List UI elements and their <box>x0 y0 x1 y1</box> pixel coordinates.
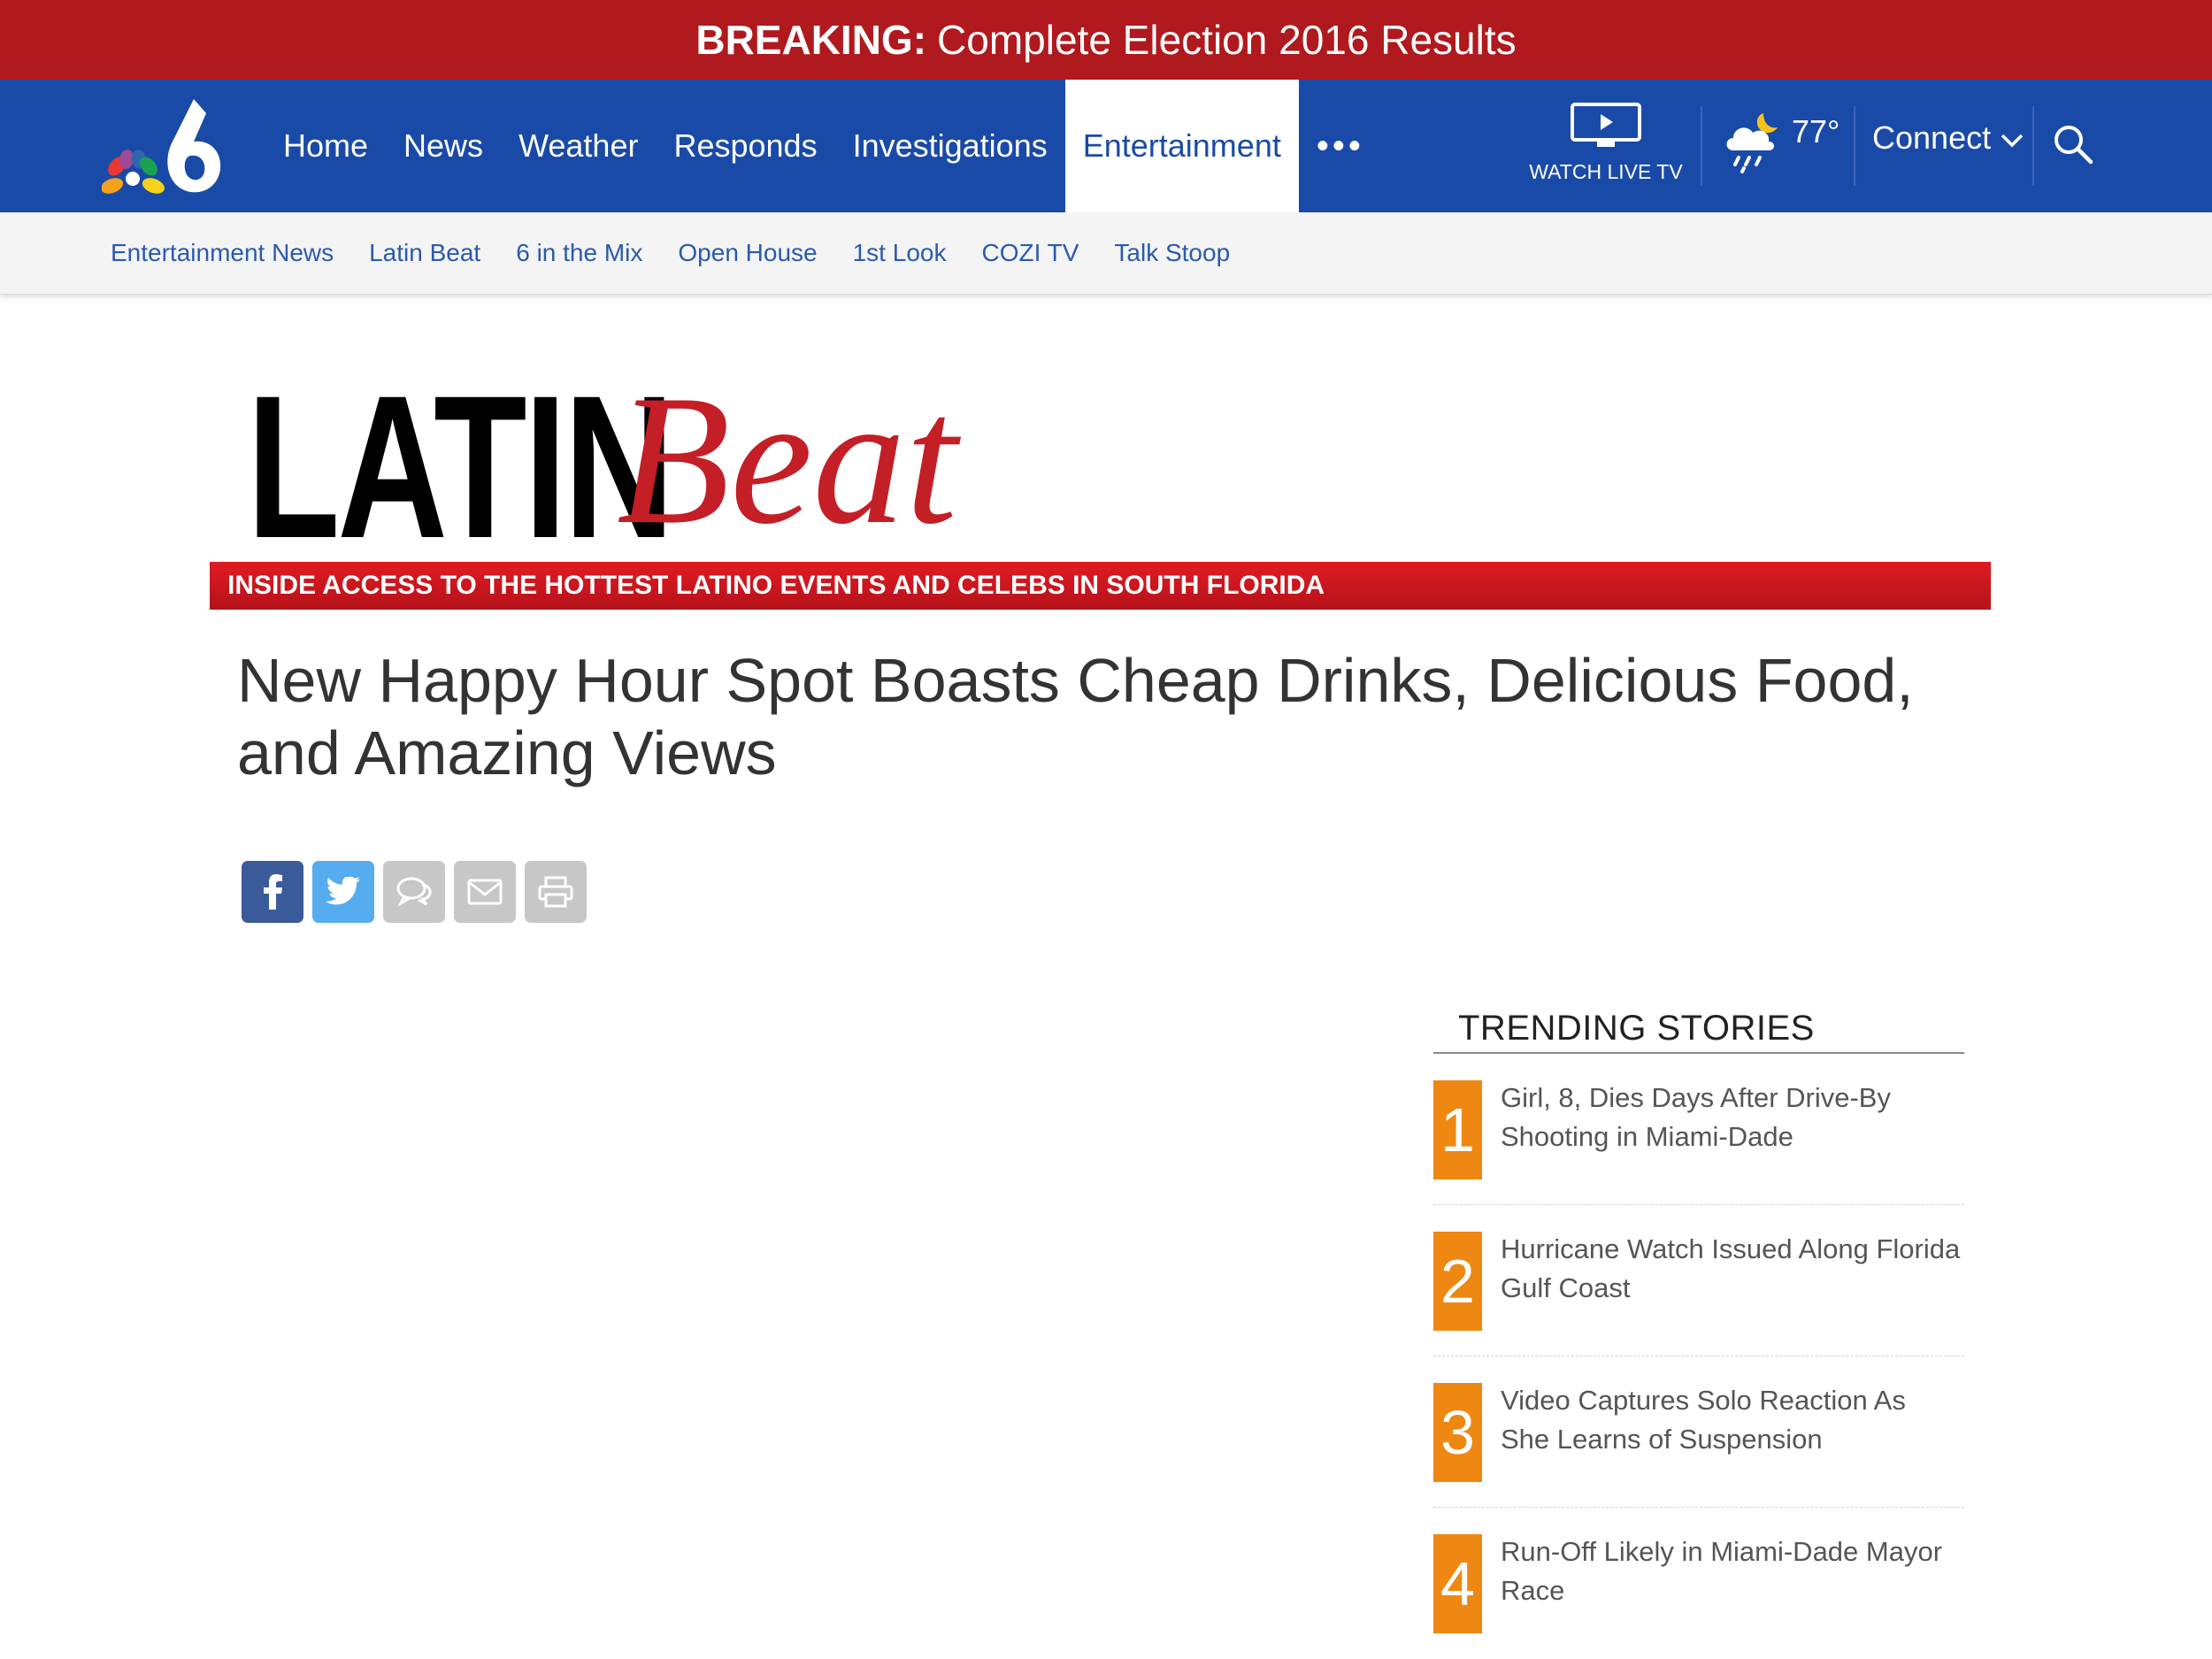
comment-icon <box>396 877 432 907</box>
nav-divider <box>2032 106 2034 186</box>
subnav-latin-beat[interactable]: Latin Beat <box>351 239 498 267</box>
temperature: 77° <box>1792 113 1840 150</box>
trending-title: TRENDING STORIES <box>1433 1009 1964 1054</box>
print-icon <box>538 876 573 908</box>
trending-stories: TRENDING STORIES 1 Girl, 8, Dies Days Af… <box>1433 1009 1964 1658</box>
email-icon <box>467 879 503 905</box>
watch-live-tv-button[interactable]: WATCH LIVE TV <box>1517 103 1694 191</box>
weather-widget[interactable]: 77° <box>1721 106 1854 186</box>
nav-investigations[interactable]: Investigations <box>835 80 1065 212</box>
latin-beat-tagline: INSIDE ACCESS TO THE HOTTEST LATINO EVEN… <box>210 562 1991 610</box>
subnav-6-in-the-mix[interactable]: 6 in the Mix <box>498 239 660 267</box>
connect-label: Connect <box>1872 119 1992 156</box>
share-toolbar <box>242 861 587 923</box>
nbc6-logo[interactable] <box>101 96 226 198</box>
print-button[interactable] <box>525 861 587 923</box>
trending-rank: 3 <box>1433 1383 1482 1482</box>
nav-entertainment[interactable]: Entertainment <box>1064 80 1299 212</box>
rain-cloud-moon-icon <box>1726 113 1778 173</box>
chevron-down-icon <box>2001 134 2024 148</box>
trending-rank: 2 <box>1433 1232 1482 1331</box>
subnav-1st-look[interactable]: 1st Look <box>835 239 964 267</box>
nav-divider <box>1701 106 1702 186</box>
article-headline: New Happy Hour Spot Boasts Cheap Drinks,… <box>237 646 1914 787</box>
latin-beat-banner: LATIN Beat INSIDE ACCESS TO THE HOTTEST … <box>210 353 1991 611</box>
trending-item-title[interactable]: Hurricane Watch Issued Along Florida Gul… <box>1501 1230 1961 1308</box>
nav-home[interactable]: Home <box>265 80 386 212</box>
main-navigation: Home News Weather Responds Investigation… <box>0 80 2212 212</box>
trending-rank: 1 <box>1433 1080 1482 1179</box>
search-icon <box>2055 126 2093 165</box>
watch-live-label: WATCH LIVE TV <box>1529 160 1683 183</box>
trending-rank: 4 <box>1433 1534 1482 1633</box>
nbc-peacock-icon <box>101 99 221 194</box>
latin-beat-logo-latin: LATIN <box>247 353 674 580</box>
nav-divider <box>1854 106 1855 186</box>
nav-responds[interactable]: Responds <box>656 80 834 212</box>
twitter-share-button[interactable] <box>312 861 374 923</box>
breaking-news-banner[interactable]: BREAKING: Complete Election 2016 Results <box>0 0 2212 80</box>
subnav-talk-stoop[interactable]: Talk Stoop <box>1096 239 1248 267</box>
subnav-open-house[interactable]: Open House <box>660 239 834 267</box>
trending-item-title[interactable]: Run-Off Likely in Miami-Dade Mayor Race <box>1501 1532 1961 1610</box>
trending-item[interactable]: 1 Girl, 8, Dies Days After Drive-By Shoo… <box>1433 1054 1964 1205</box>
latin-beat-logo-beat: Beat <box>617 357 957 563</box>
facebook-share-button[interactable] <box>242 861 303 923</box>
trending-item[interactable]: 4 Run-Off Likely in Miami-Dade Mayor Rac… <box>1433 1508 1964 1658</box>
trending-item-title[interactable]: Girl, 8, Dies Days After Drive-By Shooti… <box>1501 1079 1961 1156</box>
more-menu-icon[interactable]: ••• <box>1299 80 1382 212</box>
connect-menu[interactable]: Connect <box>1872 119 2024 157</box>
entertainment-subnav: Entertainment News Latin Beat 6 in the M… <box>0 212 2212 295</box>
primary-nav-links: Home News Weather Responds Investigation… <box>265 80 1382 212</box>
email-button[interactable] <box>454 861 516 923</box>
breaking-label: BREAKING: <box>695 17 927 63</box>
trending-item[interactable]: 2 Hurricane Watch Issued Along Florida G… <box>1433 1205 1964 1356</box>
trending-item-title[interactable]: Video Captures Solo Reaction As She Lear… <box>1501 1381 1961 1459</box>
facebook-icon <box>264 874 282 910</box>
tv-icon <box>1571 103 1641 147</box>
subnav-cozi-tv[interactable]: COZI TV <box>964 239 1096 267</box>
nav-weather[interactable]: Weather <box>501 80 656 212</box>
twitter-icon <box>326 877 361 905</box>
trending-item[interactable]: 3 Video Captures Solo Reaction As She Le… <box>1433 1356 1964 1508</box>
search-button[interactable] <box>2051 122 2095 166</box>
nav-news[interactable]: News <box>386 80 501 212</box>
subnav-entertainment-news[interactable]: Entertainment News <box>93 239 351 267</box>
comment-button[interactable] <box>383 861 445 923</box>
breaking-text[interactable]: Complete Election 2016 Results <box>937 16 1517 64</box>
